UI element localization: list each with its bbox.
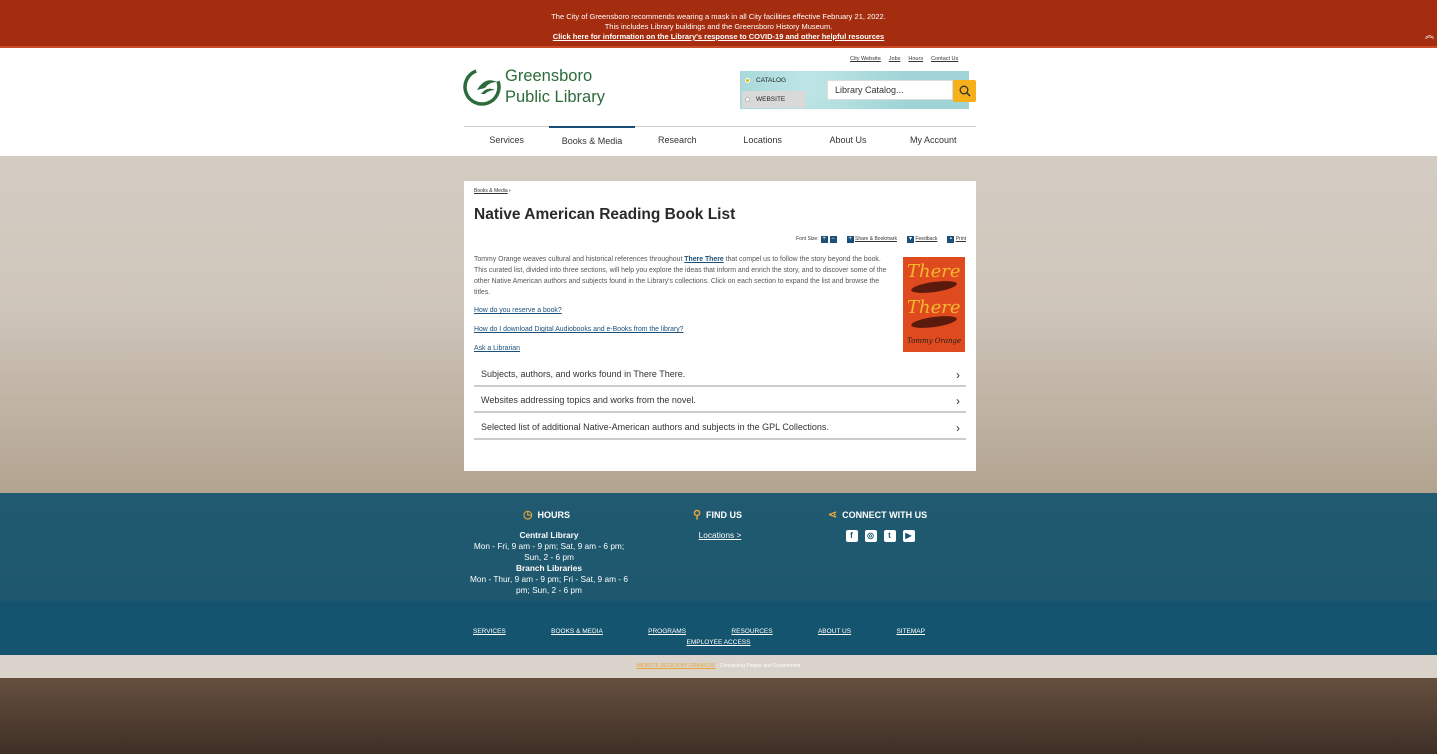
page-title: Native American Reading Book List [474, 206, 736, 223]
hours-title: HOURS [537, 510, 571, 520]
central-hours: Mon - Fri, 9 am - 9 pm; Sat, 9 am - 6 pm… [473, 541, 625, 562]
cover-author: Tommy Orange [907, 337, 962, 345]
footer-resources-link[interactable]: RESOURCES [731, 628, 772, 635]
content-card: Books & Media › Native American Reading … [464, 181, 976, 471]
find-us-title: FIND US [706, 510, 743, 520]
covid-alert-banner: The City of Greensboro recommends wearin… [0, 0, 1437, 48]
site-header: Greensboro Public Library City Website J… [0, 48, 1437, 156]
accordion-subjects[interactable]: Subjects, authors, and works found in Th… [474, 363, 966, 387]
nav-my-account[interactable]: My Account [891, 127, 976, 156]
logo-line-2: Public Library [505, 88, 605, 106]
nav-services[interactable]: Services [464, 127, 549, 156]
main-nav: Services Books & Media Research Location… [464, 126, 976, 156]
alert-link[interactable]: Click here for information on the Librar… [0, 32, 1437, 42]
central-library-label: Central Library [519, 530, 579, 540]
chevron-right-icon: › [956, 421, 960, 435]
share-nodes-icon: ⋖ [827, 509, 838, 521]
font-size-label: Font Size: [796, 236, 819, 242]
search-button[interactable] [953, 80, 976, 102]
instagram-icon[interactable]: ◎ [864, 530, 877, 542]
utility-links: City Website Jobs Hours Contact Us [850, 56, 958, 62]
search-input[interactable]: Library Catalog... [827, 80, 953, 100]
breadcrumb: Books & Media › [474, 188, 511, 194]
locations-link[interactable]: Locations > [670, 530, 770, 541]
employee-access-link[interactable]: EMPLOYEE ACCESS [687, 639, 751, 646]
catalog-label: CATALOG [756, 77, 787, 84]
footer-services-link[interactable]: SERVICES [473, 628, 506, 635]
footer-info: ◷ HOURS Central Library Mon - Fri, 9 am -… [0, 493, 1437, 601]
search-icon [959, 85, 971, 97]
font-decrease-button[interactable]: − [829, 236, 837, 243]
granicus-link[interactable]: WEBSITE DESIGN BY GRANICUS [636, 663, 715, 669]
map-pin-icon: ⚲ [692, 509, 702, 521]
nav-books-media[interactable]: Books & Media [549, 126, 635, 156]
jobs-link[interactable]: Jobs [889, 56, 901, 62]
connect-section: ⋖ CONNECT WITH US f ◎ t ▶ [820, 510, 940, 542]
accordion-label: Selected list of additional Native-Ameri… [481, 422, 829, 432]
twitter-icon[interactable]: t [883, 530, 896, 542]
search-widget: CATALOG WEBSITE Library Catalog... [740, 71, 976, 109]
font-increase-button[interactable]: + [820, 236, 828, 243]
youtube-icon[interactable]: ▶ [902, 530, 915, 542]
cover-title-1: There [907, 261, 961, 282]
branch-hours: Mon - Thur, 9 am - 9 pm; Fri - Sat, 9 am… [470, 574, 628, 595]
accordion-authors[interactable]: Selected list of additional Native-Ameri… [474, 416, 966, 440]
find-us-section: ⚲ FIND US Locations > [670, 510, 770, 541]
book-cover-image: There There Tommy Orange [903, 257, 965, 352]
logo-line-1: Greensboro [505, 67, 593, 85]
connect-title: CONNECT WITH US [842, 510, 928, 520]
contact-us-link[interactable]: Contact Us [931, 56, 958, 62]
reserve-book-link[interactable]: How do you reserve a book? [474, 307, 562, 314]
website-radio[interactable]: WEBSITE [742, 91, 806, 108]
website-label: WEBSITE [756, 96, 786, 103]
site-credit: WEBSITE DESIGN BY GRANICUS - Connecting … [0, 655, 1437, 678]
feedback-icon: ▾ [906, 236, 914, 243]
footer-books-media-link[interactable]: BOOKS & MEDIA [551, 628, 603, 635]
clock-icon: ◷ [522, 509, 533, 521]
accordion-label: Websites addressing topics and works fro… [481, 395, 696, 405]
print-icon: ▪ [947, 236, 955, 243]
intro-text-a: Tommy Orange weaves cultural and histori… [474, 256, 685, 263]
nav-research[interactable]: Research [635, 127, 720, 156]
footer-sitemap-link[interactable]: SITEMAP [896, 628, 925, 635]
nav-locations[interactable]: Locations [720, 127, 805, 156]
logo-mark-icon [463, 66, 501, 108]
facebook-icon[interactable]: f [845, 530, 858, 542]
share-icon: + [846, 236, 854, 243]
branch-libraries-label: Branch Libraries [516, 563, 582, 573]
digital-audiobooks-link[interactable]: How do I download Digital Audiobooks and… [474, 326, 684, 333]
breadcrumb-books-media[interactable]: Books & Media [474, 188, 508, 194]
hours-link[interactable]: Hours [908, 56, 923, 62]
accordion-label: Subjects, authors, and works found in Th… [481, 369, 686, 379]
footer-about-us-link[interactable]: ABOUT US [818, 628, 851, 635]
ask-librarian-link[interactable]: Ask a Librarian [474, 345, 520, 352]
chevron-right-icon: › [956, 394, 960, 408]
print-link[interactable]: Print [956, 236, 966, 242]
cover-title-2: There [907, 297, 961, 318]
credit-tagline: - Connecting People and Government [715, 663, 801, 669]
chevron-right-icon: › [956, 368, 960, 382]
page-tools: Font Size: + − + Share & Bookmark ▾ Feedba… [796, 236, 966, 243]
there-there-link[interactable]: There There [684, 256, 723, 263]
city-website-link[interactable]: City Website [850, 56, 881, 62]
alert-line-2: This includes Library buildings and the … [604, 22, 833, 31]
catalog-radio[interactable]: CATALOG [742, 72, 806, 89]
alert-line-1: The City of Greensboro recommends wearin… [551, 12, 886, 21]
accordion-websites[interactable]: Websites addressing topics and works fro… [474, 389, 966, 413]
share-bookmark-link[interactable]: Share & Bookmark [855, 236, 897, 242]
footer-programs-link[interactable]: PROGRAMS [648, 628, 686, 635]
footer-nav: SERVICES BOOKS & MEDIA PROGRAMS RESOURCE… [0, 601, 1437, 655]
collapse-alert-icon[interactable]: ︽ [1425, 30, 1434, 40]
feedback-link[interactable]: Feedback [915, 236, 937, 242]
library-logo[interactable]: Greensboro Public Library [463, 66, 605, 108]
nav-about-us[interactable]: About Us [805, 127, 890, 156]
breadcrumb-separator: › [509, 188, 511, 194]
intro-paragraph: Tommy Orange weaves cultural and histori… [474, 254, 892, 298]
hours-section: ◷ HOURS Central Library Mon - Fri, 9 am -… [466, 510, 632, 596]
